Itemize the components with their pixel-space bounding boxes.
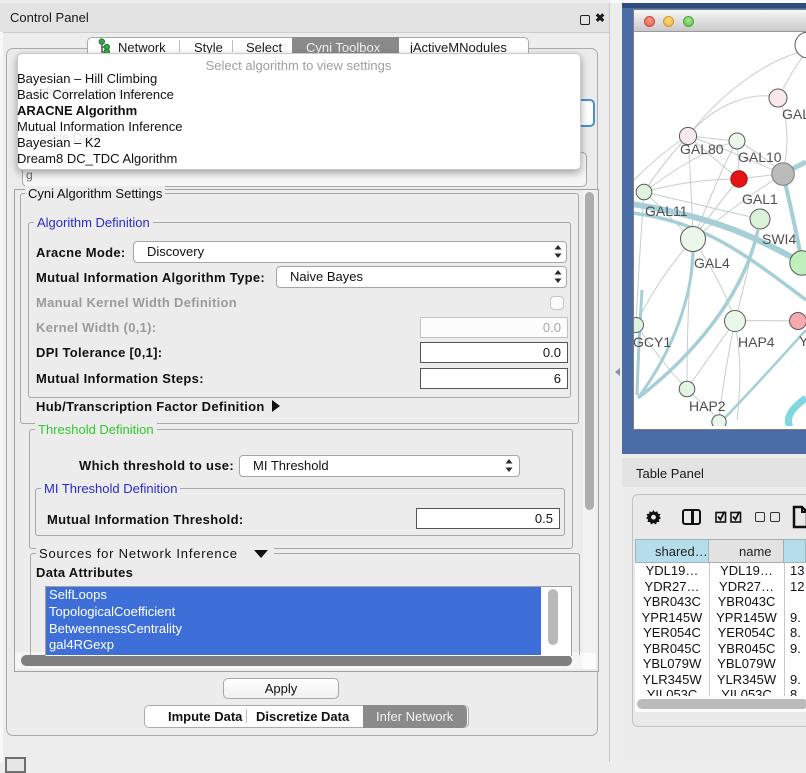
svg-text:HAP2: HAP2	[689, 398, 726, 414]
svg-text:GCY1: GCY1	[634, 334, 671, 350]
svg-text:GAL4: GAL4	[694, 255, 730, 271]
svg-text:GAL80: GAL80	[680, 141, 724, 157]
svg-text:HAP4: HAP4	[738, 334, 775, 350]
svg-text:GAL7: GAL7	[782, 106, 806, 122]
svg-text:SWI4: SWI4	[762, 231, 796, 247]
svg-text:YJ: YJ	[799, 333, 806, 349]
svg-text:GAL10: GAL10	[738, 149, 782, 165]
svg-text:GAL1: GAL1	[742, 191, 778, 207]
svg-text:GAL11: GAL11	[645, 203, 688, 219]
